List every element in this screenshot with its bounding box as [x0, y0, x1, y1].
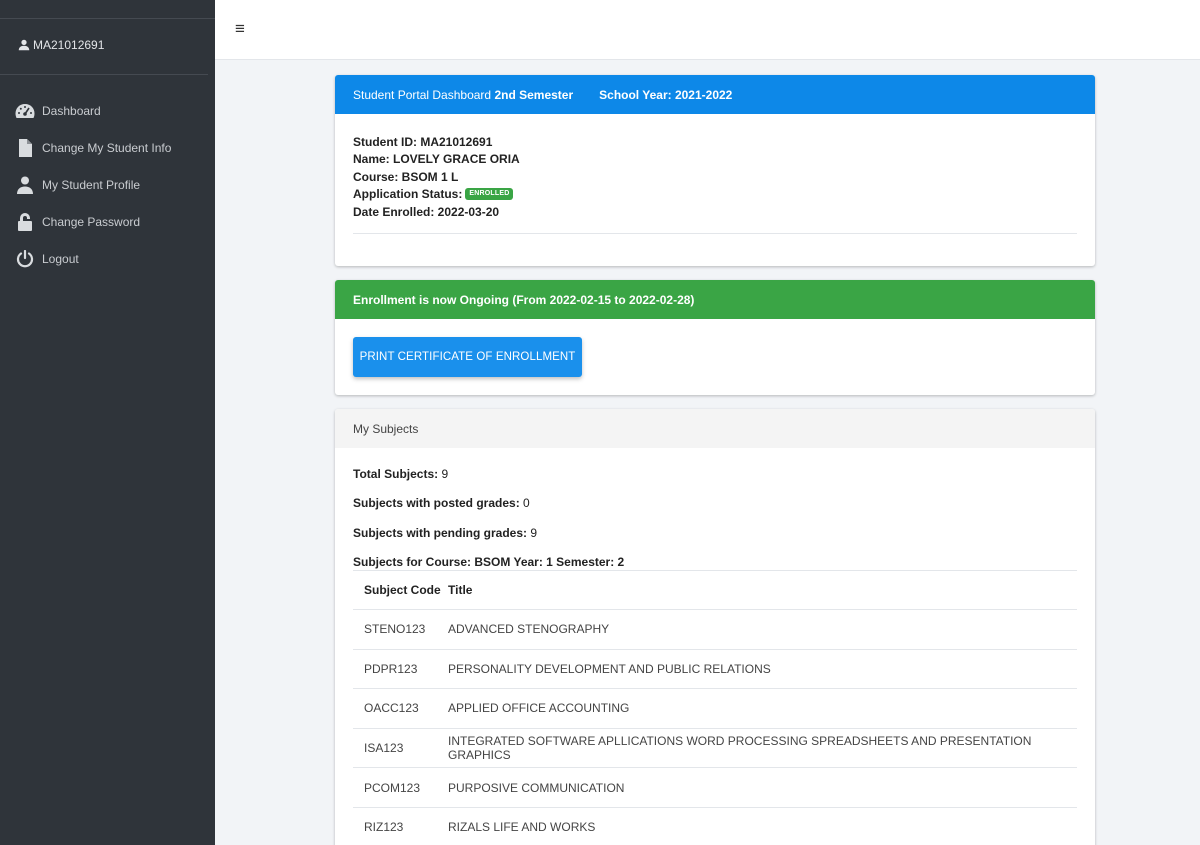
- sidebar-top-divider: [0, 18, 215, 19]
- pending-grades: Subjects with pending grades: 9: [353, 526, 1077, 555]
- posted-grades-value: 0: [523, 496, 530, 511]
- sidebar-item-logout[interactable]: Logout: [0, 240, 215, 277]
- application-status-label: Application Status:: [353, 187, 463, 202]
- sidebar-item-label: Dashboard: [42, 103, 101, 118]
- subject-code: STENO123: [364, 622, 426, 637]
- student-name: Name: LOVELY GRACE ORIA: [353, 152, 520, 167]
- hamburger-icon[interactable]: ≡: [235, 20, 245, 37]
- power-icon: [15, 249, 35, 268]
- subject-stats: Total Subjects: 9 Subjects with posted g…: [335, 448, 1095, 584]
- subject-title: PERSONALITY DEVELOPMENT AND PUBLIC RELAT…: [448, 661, 771, 676]
- subject-title: APPLIED OFFICE ACCOUNTING: [448, 701, 630, 716]
- user-icon: [18, 39, 30, 51]
- enrollment-card-header: Enrollment is now Ongoing (From 2022-02-…: [335, 280, 1095, 319]
- pending-grades-value: 9: [530, 525, 538, 540]
- table-row: PDPR123 PERSONALITY DEVELOPMENT AND PUBL…: [353, 650, 1077, 690]
- sidebar-divider: [0, 74, 208, 75]
- course-info-text: Subjects for Course: BSOM Year: 1 Semest…: [353, 554, 625, 569]
- school-year: School Year: 2021-2022: [599, 87, 733, 102]
- total-subjects: Total Subjects: 9: [353, 467, 1077, 496]
- subject-title: RIZALS LIFE AND WORKS: [448, 820, 596, 835]
- sidebar-username: MA21012691: [33, 38, 105, 52]
- pending-grades-label: Subjects with pending grades:: [353, 525, 528, 540]
- file-icon: [15, 138, 35, 157]
- dashboard-card: Student Portal Dashboard 2nd Semester Sc…: [335, 75, 1095, 266]
- print-certificate-button[interactable]: PRINT CERTIFICATE OF ENROLLMENT: [353, 337, 582, 377]
- semester-label: 2nd Semester: [494, 87, 574, 102]
- lock-icon: [15, 212, 35, 231]
- subjects-card: My Subjects Total Subjects: 9 Subjects w…: [335, 409, 1095, 845]
- sidebar-item-change-info[interactable]: Change My Student Info: [0, 129, 215, 166]
- sidebar-item-label: Logout: [42, 251, 79, 266]
- sidebar-item-dashboard[interactable]: Dashboard: [0, 92, 215, 129]
- table-row: OACC123 APPLIED OFFICE ACCOUNTING: [353, 689, 1077, 729]
- dashboard-icon: [15, 102, 35, 120]
- subjects-card-header: My Subjects: [335, 409, 1095, 448]
- date-enrolled: Date Enrolled: 2022-03-20: [353, 204, 500, 219]
- subject-title: ADVANCED STENOGRAPHY: [448, 622, 610, 637]
- user-icon: [15, 176, 35, 194]
- sidebar-item-label: Change Password: [42, 214, 141, 229]
- subjects-table: Subject Code Title STENO123 ADVANCED STE…: [353, 570, 1077, 845]
- subject-code: OACC123: [364, 701, 419, 716]
- application-status: Application Status: ENROLLED: [353, 186, 1077, 204]
- subject-code: PDPR123: [364, 661, 418, 676]
- column-header-title: Title: [448, 583, 473, 597]
- sidebar-nav: Dashboard Change My Student Info My Stud…: [0, 92, 215, 277]
- table-row: RIZ123 RIZALS LIFE AND WORKS: [353, 808, 1077, 845]
- total-subjects-value: 9: [441, 467, 449, 481]
- sidebar: MA21012691 Dashboard Change My Student I…: [0, 0, 215, 845]
- table-header: Subject Code Title: [353, 571, 1077, 610]
- subject-code: ISA123: [364, 741, 404, 756]
- table-row: ISA123 INTEGRATED SOFTWARE APLLICATIONS …: [353, 729, 1077, 769]
- sidebar-item-label: My Student Profile: [42, 177, 141, 192]
- student-info: Student ID: MA21012691 Name: LOVELY GRAC…: [335, 114, 1095, 221]
- subject-code: PCOM123: [364, 780, 421, 795]
- sidebar-item-label: Change My Student Info: [42, 140, 172, 155]
- dashboard-title: Student Portal Dashboard: [353, 87, 492, 102]
- enrollment-card: Enrollment is now Ongoing (From 2022-02-…: [335, 280, 1095, 395]
- table-row: STENO123 ADVANCED STENOGRAPHY: [353, 610, 1077, 650]
- subject-code: RIZ123: [364, 820, 404, 835]
- sidebar-item-profile[interactable]: My Student Profile: [0, 166, 215, 203]
- sidebar-item-change-password[interactable]: Change Password: [0, 203, 215, 240]
- subject-title: PURPOSIVE COMMUNICATION: [448, 780, 625, 795]
- dashboard-card-header: Student Portal Dashboard 2nd Semester Sc…: [335, 75, 1095, 114]
- student-id: Student ID: MA21012691: [353, 134, 493, 149]
- table-row: PCOM123 PURPOSIVE COMMUNICATION: [353, 768, 1077, 808]
- sidebar-user: MA21012691: [18, 38, 104, 52]
- top-bar: ≡: [215, 0, 1200, 60]
- status-badge: ENROLLED: [465, 188, 514, 201]
- total-subjects-label: Total Subjects:: [353, 467, 439, 481]
- posted-grades: Subjects with posted grades: 0: [353, 496, 1077, 525]
- subject-title: INTEGRATED SOFTWARE APLLICATIONS WORD PR…: [448, 734, 1032, 763]
- student-course: Course: BSOM 1 L: [353, 169, 459, 184]
- posted-grades-label: Subjects with posted grades:: [353, 496, 520, 511]
- column-header-code: Subject Code: [364, 583, 441, 597]
- card-divider: [353, 233, 1077, 234]
